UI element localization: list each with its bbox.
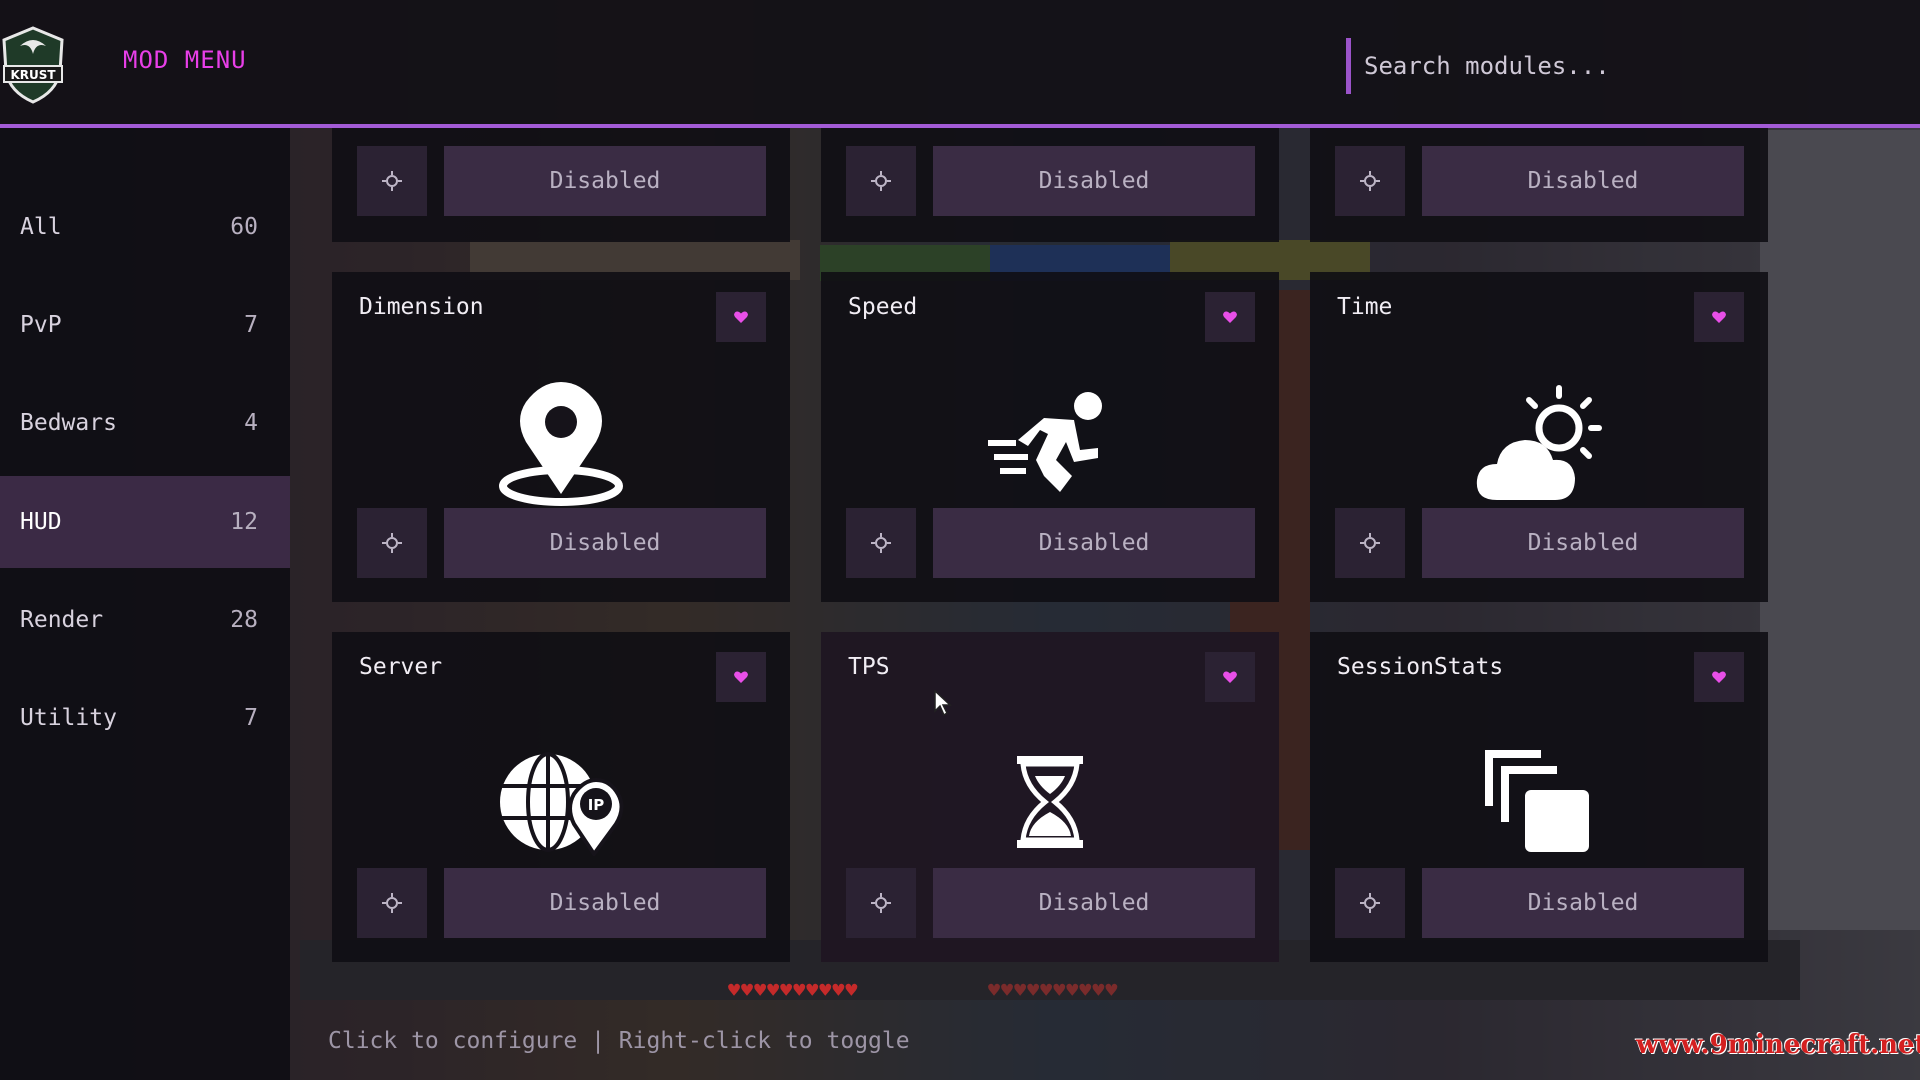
module-card-speed[interactable]: Speed Disabled [821,272,1279,602]
module-card-dimension[interactable]: Dimension Disabled [332,272,790,602]
gear-icon [1360,171,1380,191]
settings-button[interactable] [1335,508,1405,578]
toggle-button[interactable]: Disabled [1422,508,1744,578]
settings-button[interactable] [1335,146,1405,216]
module-card-server[interactable]: Server IP Disabled [332,632,790,962]
sidebar-item-label: All [20,214,62,240]
settings-button[interactable] [357,508,427,578]
running-person-icon [988,390,1112,498]
heart-icon [1712,671,1726,683]
heart-icon [1712,311,1726,323]
settings-button[interactable] [357,146,427,216]
favorite-button[interactable] [1694,652,1744,702]
gear-icon [382,171,402,191]
sidebar-item-count: 7 [244,312,258,338]
search-input[interactable] [1362,40,1886,92]
sidebar-item-render[interactable]: Render 28 [0,574,290,666]
sidebar-item-label: Utility [20,705,117,731]
sidebar-item-label: HUD [20,509,62,535]
health-hearts: ♥♥♥♥♥♥♥♥♥♥ [728,978,859,1002]
gear-icon [382,893,402,913]
sidebar-item-all[interactable]: All 60 [0,181,290,273]
toggle-button[interactable]: Disabled [933,146,1255,216]
settings-button[interactable] [846,508,916,578]
module-card-time[interactable]: Time Disabled [1310,272,1768,602]
toggle-button[interactable]: Disabled [933,868,1255,938]
settings-button[interactable] [846,868,916,938]
sidebar-item-count: 7 [244,705,258,731]
hourglass-icon [1017,756,1083,852]
sidebar-item-utility[interactable]: Utility 7 [0,672,290,764]
sidebar-item-label: Bedwars [20,410,117,436]
sidebar-item-label: PvP [20,312,62,338]
sidebar-item-pvp[interactable]: PvP 7 [0,279,290,371]
module-name: TPS [848,654,890,680]
gear-icon [382,533,402,553]
watermark: www.9minecraft.net [1636,1030,1920,1060]
favorite-button[interactable] [716,292,766,342]
location-pin-icon [496,382,626,510]
mouse-cursor-icon [934,689,952,720]
module-card-partial[interactable]: Disabled [821,128,1279,242]
hunger-bar: ♥♥♥♥♥♥♥♥♥♥ [988,978,1119,1002]
gear-icon [871,533,891,553]
module-name: Server [359,654,443,680]
module-card-sessionstats[interactable]: SessionStats Disabled [1310,632,1768,962]
heart-icon [734,311,748,323]
toggle-button[interactable]: Disabled [1422,868,1744,938]
favorite-button[interactable] [716,652,766,702]
logo: KRUST [0,26,66,104]
settings-button[interactable] [357,868,427,938]
footer-hint: Click to configure | Right-click to togg… [328,1028,910,1054]
toggle-button[interactable]: Disabled [1422,146,1744,216]
svg-text:IP: IP [588,796,605,814]
toggle-button[interactable]: Disabled [933,508,1255,578]
sidebar-item-count: 12 [230,509,258,535]
header-bar: KRUST MOD MENU [0,0,1920,126]
sidebar-item-hud[interactable]: HUD 12 [0,476,290,568]
toggle-button[interactable]: Disabled [444,146,766,216]
toggle-button[interactable]: Disabled [444,868,766,938]
module-name: Dimension [359,294,484,320]
page-title: MOD MENU [123,46,247,74]
module-card-partial[interactable]: Disabled [1310,128,1768,242]
heart-icon [734,671,748,683]
module-name: Time [1337,294,1393,320]
module-name: SessionStats [1337,654,1504,680]
gear-icon [871,171,891,191]
favorite-button[interactable] [1694,292,1744,342]
favorite-button[interactable] [1205,292,1255,342]
sidebar-item-label: Render [20,607,104,633]
search-accent-bar [1346,38,1351,94]
sidebar-item-count: 4 [244,410,258,436]
settings-button[interactable] [846,146,916,216]
module-card-tps[interactable]: TPS Disabled [821,632,1279,962]
heart-icon [1223,671,1237,683]
favorite-button[interactable] [1205,652,1255,702]
module-card-partial[interactable]: Disabled [332,128,790,242]
gear-icon [871,893,891,913]
sidebar-item-count: 28 [230,607,258,633]
copy-stack-icon [1485,750,1593,860]
category-sidebar: All 60 PvP 7 Bedwars 4 HUD 12 Render 28 … [0,128,290,1080]
sun-cloud-icon [1475,384,1603,508]
sidebar-item-count: 60 [230,214,258,240]
gear-icon [1360,893,1380,913]
globe-ip-icon: IP [498,750,624,860]
sidebar-item-bedwars[interactable]: Bedwars 4 [0,377,290,469]
heart-icon [1223,311,1237,323]
module-name: Speed [848,294,918,320]
settings-button[interactable] [1335,868,1405,938]
toggle-button[interactable]: Disabled [444,508,766,578]
gear-icon [1360,533,1380,553]
logo-text: KRUST [10,68,56,82]
